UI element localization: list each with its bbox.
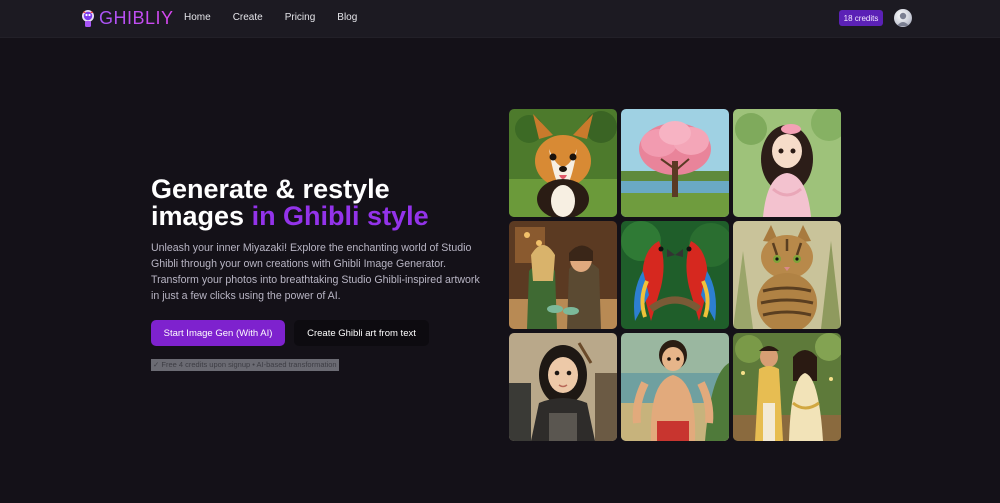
gallery-tile-cherry-tree[interactable] xyxy=(621,109,729,217)
gallery-tile-girl-in-pink[interactable] xyxy=(733,109,841,217)
gallery-tile-corgi[interactable] xyxy=(509,109,617,217)
top-navbar: GHIBLIY Home Create Pricing Blog 18 cred… xyxy=(0,0,1000,38)
gallery-tile-archer-woman[interactable] xyxy=(509,333,617,441)
example-gallery xyxy=(509,109,842,441)
credits-badge[interactable]: 18 credits xyxy=(839,10,883,26)
cherry-tree-illustration xyxy=(621,109,729,217)
nav-home[interactable]: Home xyxy=(184,12,211,23)
brand-logo[interactable]: GHIBLIY xyxy=(80,7,174,29)
hero-description: Unleash your inner Miyazaki! Explore the… xyxy=(151,242,480,302)
hero-title-accent: in Ghibli style xyxy=(251,201,429,231)
hero-title: Generate & restyle images in Ghibli styl… xyxy=(151,176,481,230)
start-image-gen-button[interactable]: Start Image Gen (With AI) xyxy=(151,320,285,346)
create-from-text-button[interactable]: Create Ghibli art from text xyxy=(294,320,429,346)
corgi-illustration xyxy=(509,109,617,217)
gallery-tile-couple-cafe[interactable] xyxy=(509,221,617,329)
gallery-tile-boy-by-sea[interactable] xyxy=(621,333,729,441)
gallery-tile-tabby-cat[interactable] xyxy=(733,221,841,329)
tabby-cat-illustration xyxy=(733,221,841,329)
brand-name: GHIBLIY xyxy=(99,7,174,28)
hero-title-line1: Generate & restyle xyxy=(151,174,390,204)
logo-icon xyxy=(82,10,94,27)
girl-in-pink-illustration xyxy=(733,109,841,217)
signup-footnote: ✓ Free 4 credits upon signup • AI-based … xyxy=(151,359,339,371)
main-nav: Home Create Pricing Blog xyxy=(184,12,379,23)
boy-by-sea-illustration xyxy=(621,333,729,441)
user-avatar[interactable] xyxy=(894,9,912,27)
gallery-tile-parrots[interactable] xyxy=(621,221,729,329)
hero-title-line2: images xyxy=(151,201,252,231)
nav-blog[interactable]: Blog xyxy=(337,12,357,23)
avatar-icon xyxy=(897,12,909,26)
couple-cafe-illustration xyxy=(509,221,617,329)
parrots-illustration xyxy=(621,221,729,329)
gallery-tile-wedding-couple[interactable] xyxy=(733,333,841,441)
nav-pricing[interactable]: Pricing xyxy=(285,12,316,23)
archer-woman-illustration xyxy=(509,333,617,441)
wedding-couple-illustration xyxy=(733,333,841,441)
nav-create[interactable]: Create xyxy=(233,12,263,23)
